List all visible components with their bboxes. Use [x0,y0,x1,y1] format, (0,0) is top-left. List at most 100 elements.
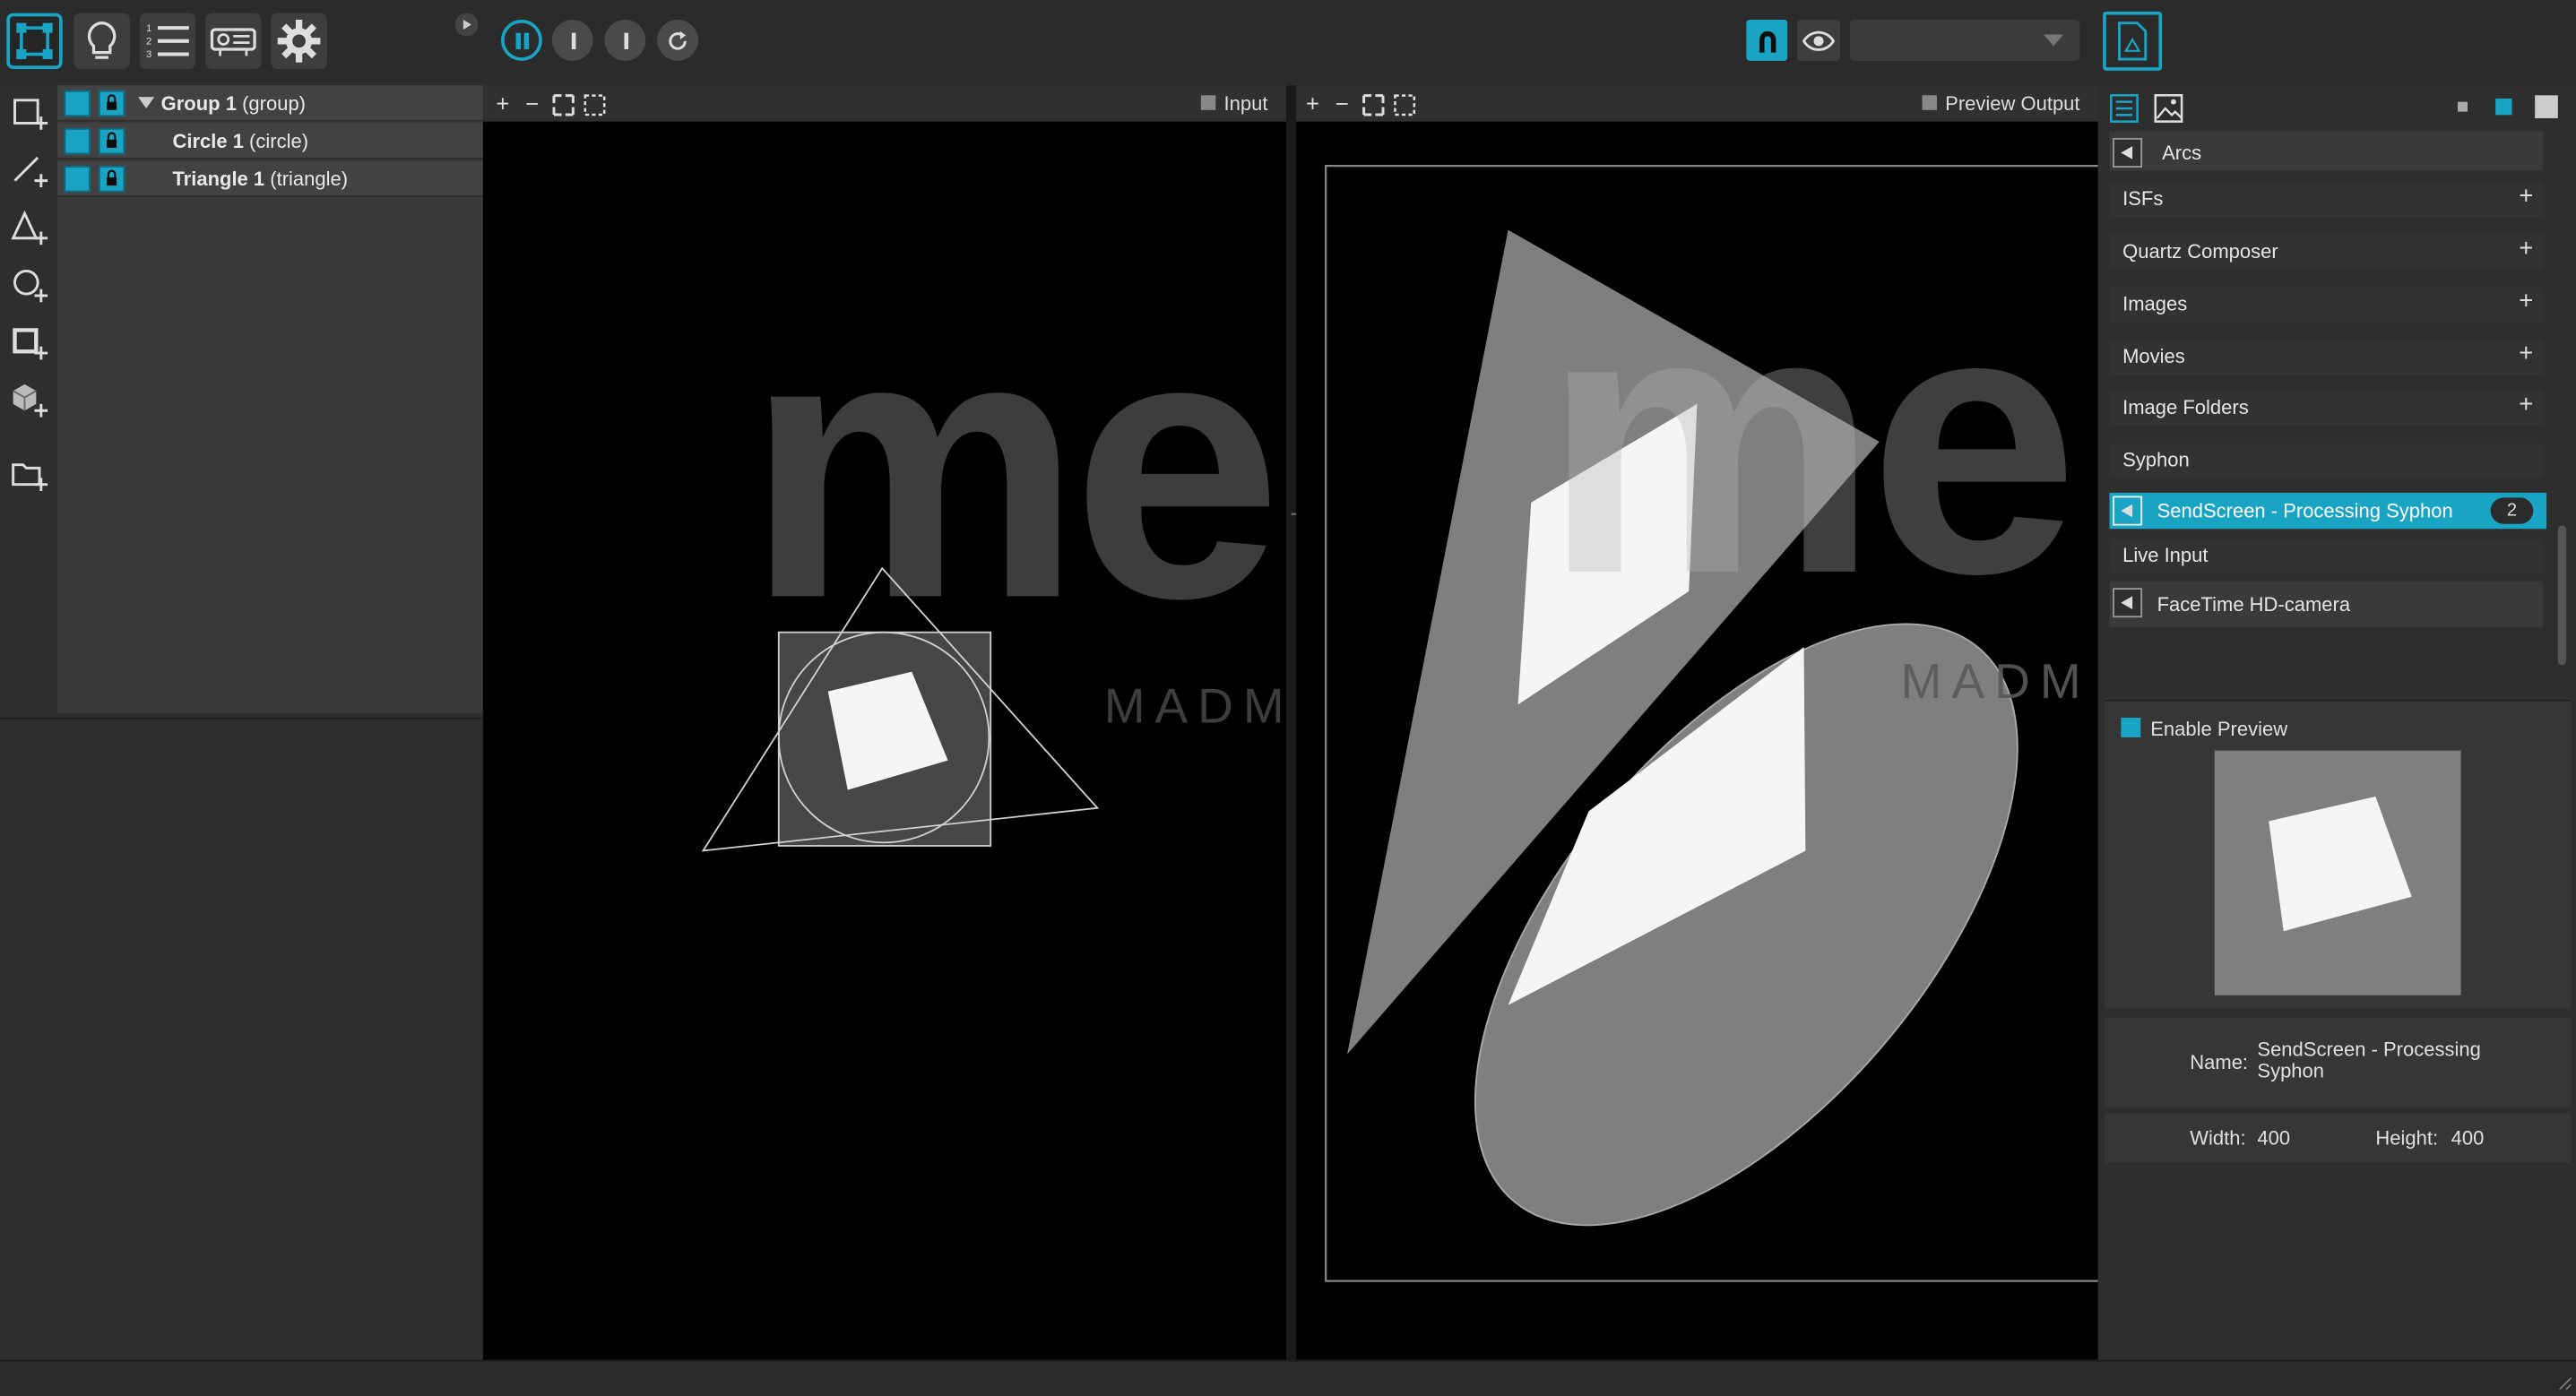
lightbulb-button[interactable] [73,13,130,69]
pause-button[interactable] [501,19,542,61]
size-large-button[interactable] [2535,95,2558,118]
actual-size-icon[interactable] [583,93,607,116]
zoom-out-icon[interactable]: − [1331,92,1354,116]
height-label: Height: [2375,1126,2439,1150]
add-folder-tool[interactable] [8,453,51,496]
category-quartz[interactable]: Quartz Composer + [2109,235,2544,270]
preview-toggle[interactable] [1797,19,1840,61]
category-movies[interactable]: Movies + [2109,340,2544,375]
width-label: Width: [2190,1126,2246,1150]
source-label: Arcs [2162,141,2202,165]
layer-row[interactable]: Triangle 1 (triangle) [57,160,483,197]
source-item-selected[interactable]: SendScreen - Processing Syphon 2 [2109,492,2546,530]
mapping-mode-button[interactable] [6,13,63,69]
step-button-2[interactable] [604,19,646,61]
input-canvas[interactable]: me MADM [482,121,1287,1360]
resize-grip-icon[interactable] [2553,1371,2572,1391]
source-item[interactable]: Arcs [2109,131,2544,171]
source-item[interactable]: FaceTime HD-camera [2109,581,2544,628]
preview-box: Enable Preview [2104,699,2572,1009]
count-badge: 2 [2490,497,2534,524]
name-box: Name: SendScreen - Processing Syphon [2104,1018,2572,1107]
category-isfs[interactable]: ISFs + [2109,182,2544,217]
layer-type: (circle) [249,129,309,153]
layer-name: Triangle 1 (triangle) [172,168,348,191]
layer-type: (group) [242,91,307,116]
lock-toggle[interactable] [98,90,125,117]
visibility-toggle[interactable] [64,90,91,117]
category-images[interactable]: Images + [2109,287,2544,323]
category-image-folders[interactable]: Image Folders + [2109,391,2544,426]
play-icon[interactable] [2113,495,2143,526]
lock-toggle[interactable] [98,127,125,155]
zoom-in-icon[interactable]: + [491,92,514,116]
app-window: 123 Group 1 (group) Circle 1 (circle) Tr… [0,0,2576,1396]
add-icon[interactable]: + [2519,340,2533,367]
projector-icon [210,28,256,56]
list-button[interactable]: 1 2 3 [139,13,196,69]
splitter[interactable] [1286,85,1297,1360]
visibility-toggle[interactable] [64,166,91,193]
add-icon[interactable]: + [2519,391,2533,418]
category-label: Quartz Composer [2122,239,2278,263]
lock-icon [107,132,117,148]
add-circle-tool[interactable] [8,264,51,307]
fit-icon[interactable] [552,93,575,116]
category-syphon[interactable]: Syphon [2109,443,2544,478]
magnet-toggle[interactable] [1746,19,1788,61]
scrollbar[interactable] [2557,525,2566,666]
document-button[interactable] [2103,11,2163,71]
play-icon[interactable] [2113,588,2143,618]
output-header: + − Preview Output [1296,85,2098,122]
add-mesh-tool[interactable] [8,322,51,365]
add-3d-tool[interactable] [8,379,51,422]
add-icon[interactable]: + [2519,182,2533,210]
enable-preview-checkbox[interactable] [2121,717,2141,737]
name-value: SendScreen - Processing Syphon [2257,1038,2481,1082]
disclosure-triangle-icon[interactable] [137,97,155,110]
expand-button[interactable] [454,13,479,37]
list-view-icon[interactable] [2109,93,2139,123]
play-icon[interactable] [2113,137,2143,168]
lock-icon [107,94,117,110]
size-small-button[interactable] [2458,101,2468,112]
add-triangle-tool[interactable] [8,207,51,250]
layer-title: Triangle 1 [172,167,265,191]
layer-row[interactable]: Circle 1 (circle) [57,123,483,159]
zoom-in-icon[interactable]: + [1301,92,1325,116]
cube-icon [13,383,48,418]
preview-thumbnail [2214,750,2461,995]
zoom-out-icon[interactable]: − [521,92,544,116]
add-line-tool[interactable] [8,150,51,193]
input-label: Input [1223,91,1268,116]
size-medium-button[interactable] [2495,98,2512,116]
visibility-toggle[interactable] [64,127,91,155]
magnet-icon [1759,30,1776,52]
document-icon [2117,22,2148,61]
projector-button[interactable] [205,13,262,69]
pause-icon [514,31,529,49]
play-small-icon [462,19,472,30]
output-select[interactable] [1849,19,2080,61]
add-icon[interactable]: + [2519,288,2533,315]
category-live-input[interactable]: Live Input [2109,539,2544,573]
step-button-1[interactable] [551,19,593,61]
rewind-button[interactable] [657,19,698,61]
layer-row[interactable]: Group 1 (group) [57,85,483,122]
layer-title: Group 1 [160,91,237,116]
name-label: Name: [2190,1051,2249,1074]
output-canvas[interactable]: me MADM [1296,121,2098,1360]
redo-icon [668,30,686,49]
add-icon[interactable]: + [2519,235,2533,263]
layer-name: Group 1 (group) [161,92,306,116]
input-header: + − Input [482,85,1287,122]
add-quad-tool[interactable] [8,92,51,135]
layer-type: (triangle) [270,167,349,191]
image-view-icon[interactable] [2154,93,2183,123]
settings-button[interactable] [271,13,327,69]
actual-size-icon[interactable] [1393,93,1416,116]
mapping-icon [16,22,53,59]
fit-icon[interactable] [1361,93,1385,116]
lock-toggle[interactable] [98,166,125,193]
input-indicator [1200,95,1216,110]
